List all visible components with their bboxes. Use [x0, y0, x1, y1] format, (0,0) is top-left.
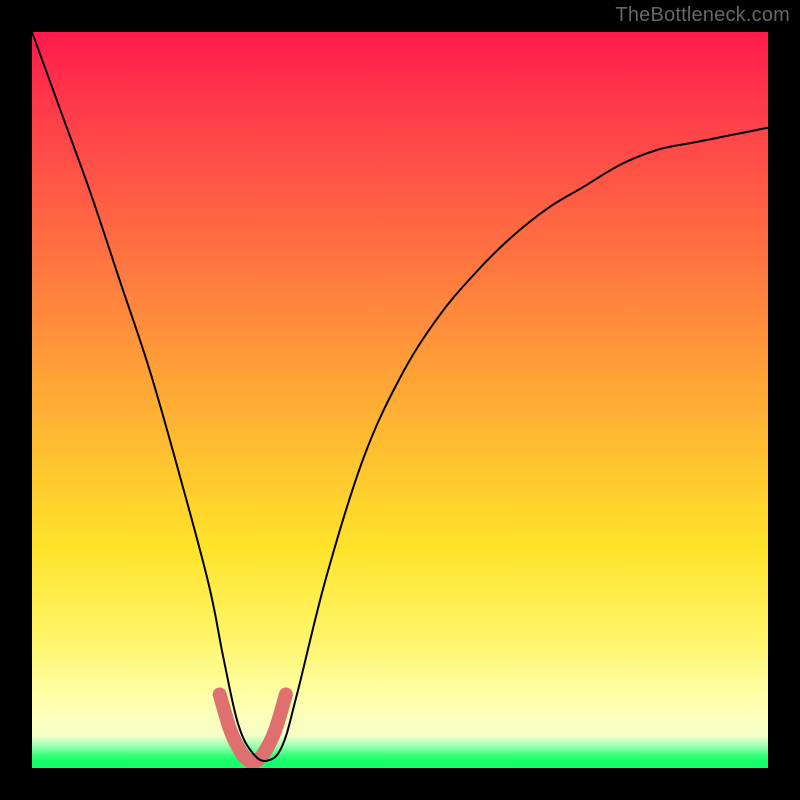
plot-area	[32, 32, 768, 768]
chart-frame: TheBottleneck.com	[0, 0, 800, 800]
curves-svg	[32, 32, 768, 768]
watermark-text: TheBottleneck.com	[615, 4, 790, 27]
main-curve-line	[32, 32, 768, 761]
